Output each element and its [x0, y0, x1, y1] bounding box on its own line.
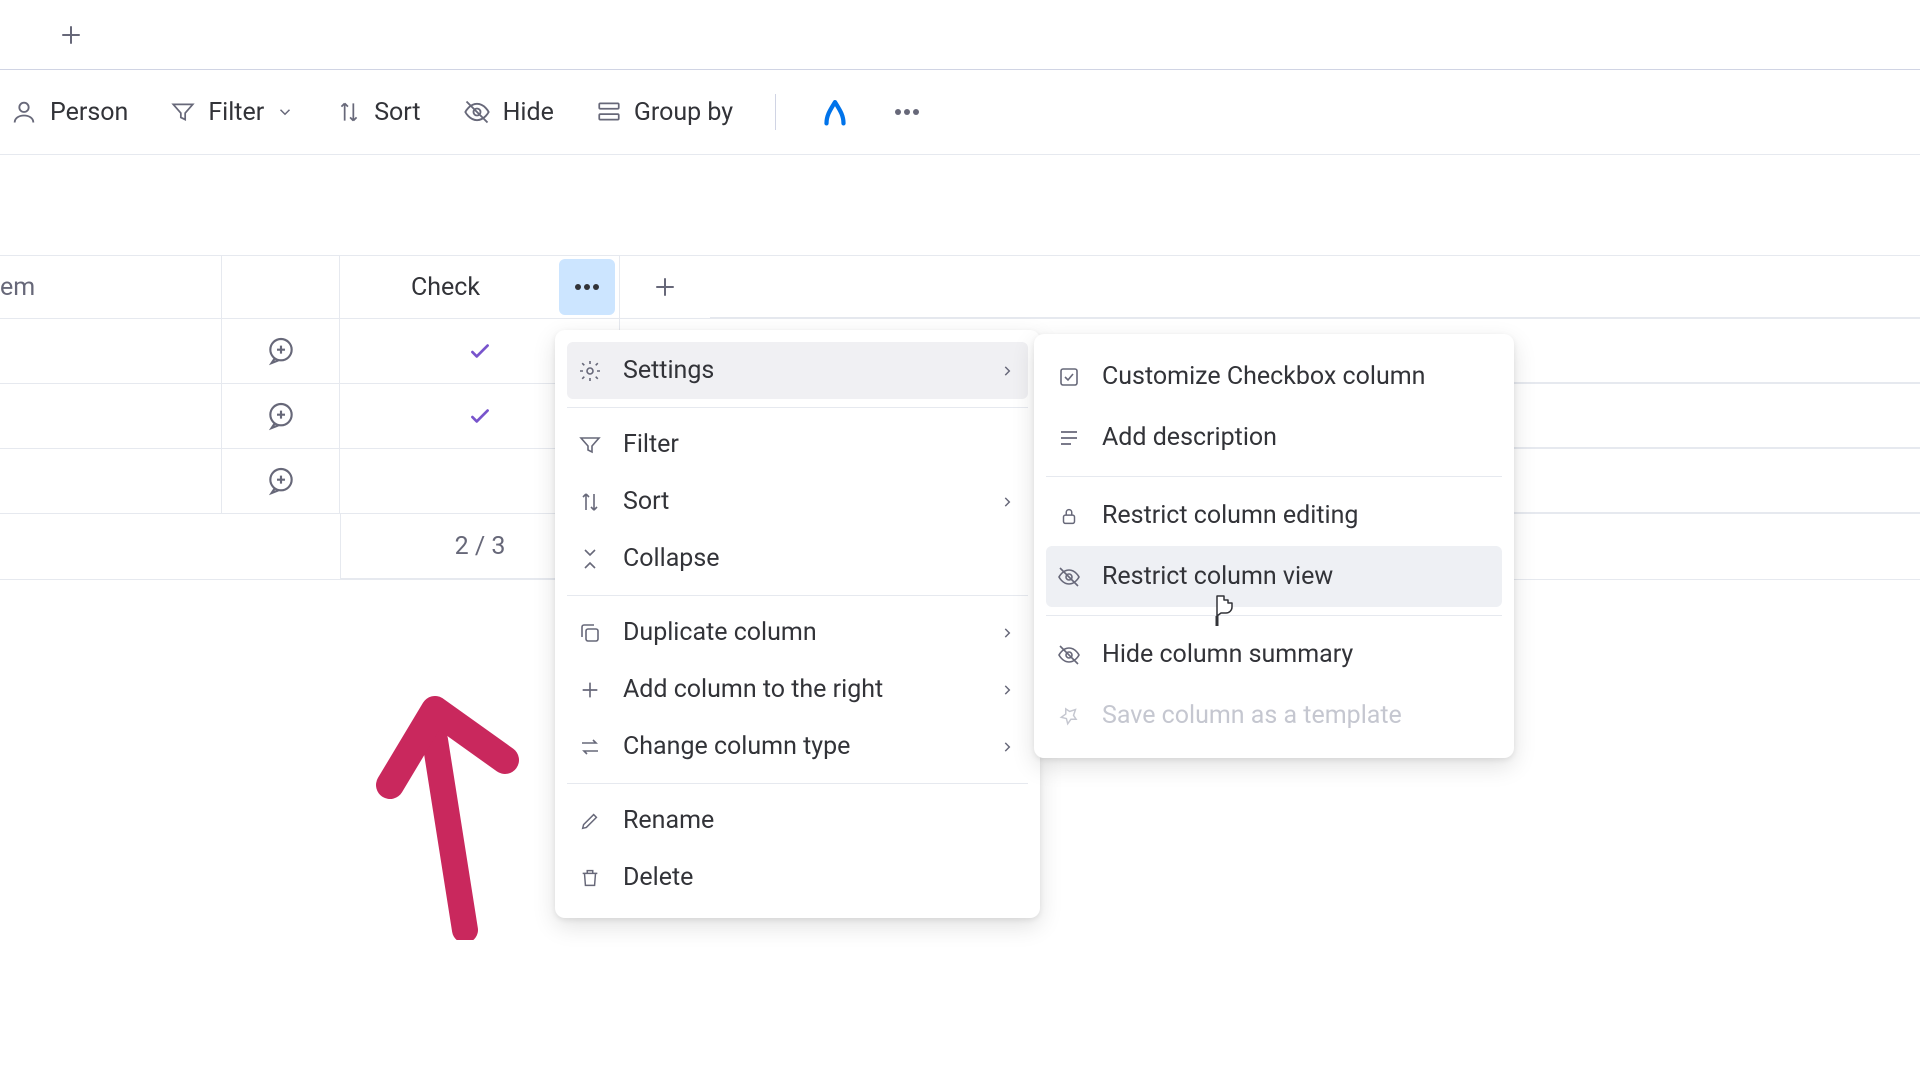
- menu-label: Filter: [623, 430, 1018, 459]
- menu-label: Change column type: [623, 732, 980, 761]
- swap-icon: [577, 735, 603, 759]
- submenu-item-restrict-view[interactable]: Restrict column view: [1046, 546, 1502, 607]
- filter-button[interactable]: Filter: [170, 98, 294, 127]
- chevron-right-icon: [1000, 626, 1018, 640]
- add-column-button[interactable]: [620, 256, 710, 318]
- eye-off-icon: [1056, 643, 1082, 667]
- menu-item-duplicate[interactable]: Duplicate column: [567, 604, 1028, 661]
- person-filter-button[interactable]: Person: [10, 98, 128, 127]
- view-toolbar: Person Filter Sort Hide Group by: [0, 70, 1920, 155]
- pin-icon: [1056, 705, 1082, 727]
- menu-label: Add column to the right: [623, 675, 980, 704]
- menu-label: Duplicate column: [623, 618, 980, 647]
- sort-icon: [336, 99, 362, 125]
- chevron-right-icon: [1000, 740, 1018, 754]
- toolbar-label: Group by: [634, 98, 733, 127]
- hide-button[interactable]: Hide: [463, 98, 554, 127]
- column-check-label: Check: [340, 273, 511, 302]
- conversation-button[interactable]: [222, 384, 340, 448]
- column-header-check[interactable]: Check: [340, 256, 620, 318]
- group-by-button[interactable]: Group by: [596, 98, 733, 127]
- menu-label: Restrict column view: [1102, 562, 1492, 591]
- tabs-bar: [0, 0, 1920, 70]
- menu-item-collapse[interactable]: Collapse: [567, 530, 1028, 587]
- settings-submenu: Customize Checkbox column Add descriptio…: [1034, 334, 1514, 758]
- menu-label: Sort: [623, 487, 980, 516]
- divider: [567, 595, 1028, 596]
- submenu-item-save-template: Save column as a template: [1046, 685, 1502, 746]
- duplicate-icon: [577, 621, 603, 645]
- filter-icon: [170, 99, 196, 125]
- menu-label: Add description: [1102, 423, 1492, 452]
- menu-item-change-type[interactable]: Change column type: [567, 718, 1028, 775]
- submenu-item-restrict-edit[interactable]: Restrict column editing: [1046, 485, 1502, 546]
- column-header-item[interactable]: em: [0, 256, 222, 318]
- ai-assistant-button[interactable]: [818, 95, 852, 129]
- column-context-menu: Settings Filter Sort Collapse Duplicate …: [555, 330, 1040, 918]
- collapse-icon: [577, 547, 603, 571]
- gear-icon: [577, 359, 603, 383]
- table-header-row: em Check: [0, 255, 1920, 319]
- column-options-button[interactable]: [559, 259, 615, 315]
- filter-icon: [577, 433, 603, 457]
- toolbar-label: Filter: [208, 98, 264, 127]
- menu-item-sort[interactable]: Sort: [567, 473, 1028, 530]
- more-icon: [894, 108, 920, 116]
- ai-logo-icon: [818, 95, 852, 129]
- item-name-cell[interactable]: [0, 449, 222, 513]
- chevron-right-icon: [1000, 683, 1018, 697]
- column-header-conversation: [222, 256, 340, 318]
- add-tab-button[interactable]: [60, 24, 82, 46]
- cursor-pointer: [1208, 594, 1238, 630]
- menu-label: Collapse: [623, 544, 1018, 573]
- conversation-button[interactable]: [222, 449, 340, 513]
- menu-item-delete[interactable]: Delete: [567, 849, 1028, 906]
- menu-item-add-column-right[interactable]: Add column to the right: [567, 661, 1028, 718]
- menu-label: Restrict column editing: [1102, 501, 1492, 530]
- trash-icon: [577, 867, 603, 889]
- menu-label: Customize Checkbox column: [1102, 362, 1492, 391]
- submenu-item-hide-summary[interactable]: Hide column summary: [1046, 624, 1502, 685]
- menu-label: Rename: [623, 806, 1018, 835]
- description-icon: [1056, 426, 1082, 450]
- divider: [775, 94, 776, 130]
- chevron-down-icon: [276, 103, 294, 121]
- menu-label: Delete: [623, 863, 1018, 892]
- checkbox-icon: [1056, 365, 1082, 389]
- item-name-cell[interactable]: [0, 319, 222, 383]
- chevron-right-icon: [1000, 495, 1018, 509]
- menu-item-settings[interactable]: Settings: [567, 342, 1028, 399]
- more-options-button[interactable]: [894, 108, 920, 116]
- toolbar-label: Person: [50, 98, 128, 127]
- divider: [567, 407, 1028, 408]
- submenu-item-customize[interactable]: Customize Checkbox column: [1046, 346, 1502, 407]
- conversation-button[interactable]: [222, 319, 340, 383]
- person-icon: [10, 98, 38, 126]
- divider: [1046, 476, 1502, 477]
- group-by-icon: [596, 99, 622, 125]
- toolbar-label: Hide: [503, 98, 554, 127]
- item-name-cell[interactable]: [0, 384, 222, 448]
- lock-icon: [1056, 505, 1082, 527]
- menu-label: Save column as a template: [1102, 701, 1492, 730]
- divider: [567, 783, 1028, 784]
- menu-item-rename[interactable]: Rename: [567, 792, 1028, 849]
- menu-item-filter[interactable]: Filter: [567, 416, 1028, 473]
- pencil-icon: [577, 810, 603, 832]
- menu-label: Hide column summary: [1102, 640, 1492, 669]
- annotation-arrow: [370, 690, 530, 940]
- sort-icon: [577, 490, 603, 514]
- toolbar-label: Sort: [374, 98, 420, 127]
- menu-label: Settings: [623, 356, 980, 385]
- sort-button[interactable]: Sort: [336, 98, 420, 127]
- eye-off-icon: [463, 98, 491, 126]
- divider: [1046, 615, 1502, 616]
- plus-icon: [577, 679, 603, 701]
- eye-off-icon: [1056, 565, 1082, 589]
- chevron-right-icon: [1000, 364, 1018, 378]
- submenu-item-description[interactable]: Add description: [1046, 407, 1502, 468]
